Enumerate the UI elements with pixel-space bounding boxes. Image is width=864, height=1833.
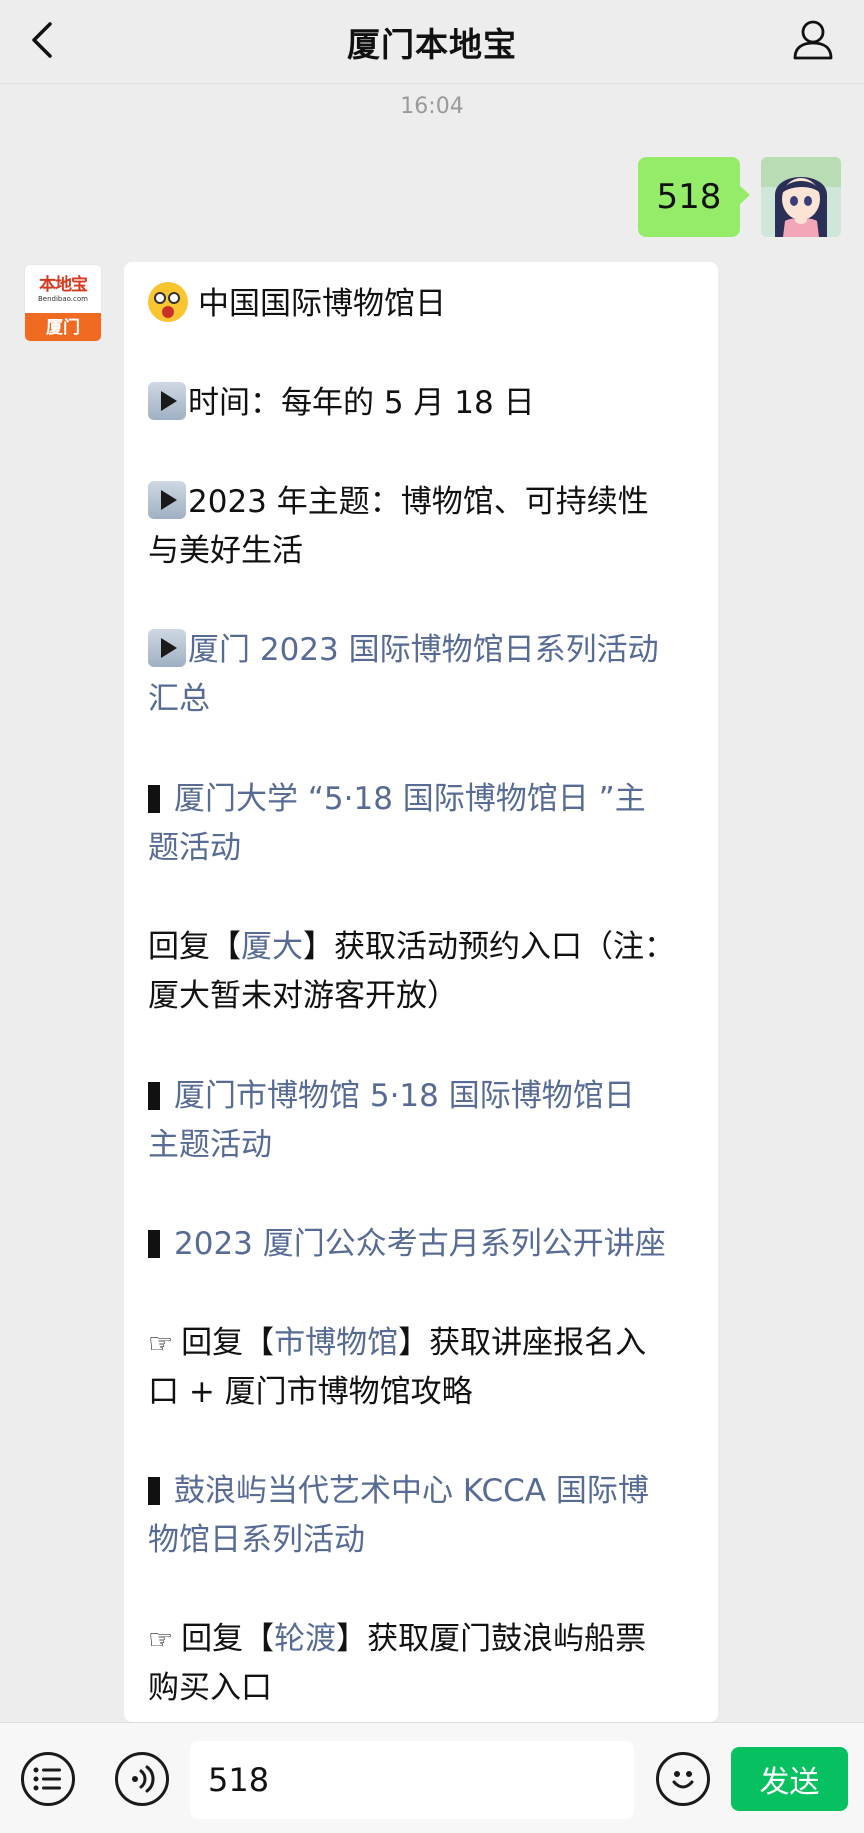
pointing-hand-icon: ☞ [148,1623,174,1656]
logo-domain: Bendibao.com [37,294,88,303]
message-line: 购买入口 [148,1670,272,1706]
user-avatar[interactable] [761,157,841,237]
send-button[interactable]: 发送 [731,1747,848,1811]
input-bar: 发送 [0,1722,864,1833]
pointing-hand-icon: ☞ [148,1327,174,1360]
link-museum-day-summary[interactable]: 汇总 [148,675,696,724]
keyword-link[interactable]: 轮渡 [274,1621,336,1657]
profile-button[interactable] [790,16,836,62]
link-city-museum-activity[interactable]: 主题活动 [148,1121,696,1170]
link-kcca-activity[interactable]: 物馆日系列活动 [148,1516,696,1565]
message-line: 2023 年主题：博物馆、可持续性 [148,478,696,527]
astonished-face-icon [148,282,188,322]
menu-button[interactable] [21,1752,75,1806]
message-line: 与美好生活 [148,533,303,569]
logo: 本地宝 Bendibao.com [25,265,101,313]
message-line: ☞ 回复【轮渡】获取厦门鼓浪屿船票 [148,1621,647,1657]
emoji-button[interactable] [656,1752,710,1806]
voice-button[interactable] [115,1752,169,1806]
message-line: 厦大暂未对游客开放） [148,978,458,1014]
link-city-museum-activity[interactable]: 厦门市博物馆 5·18 国际博物馆日 [148,1072,696,1121]
link-xmu-activity[interactable]: 题活动 [148,824,696,873]
keyword-link[interactable]: 厦大 [241,929,303,965]
top-bar: 厦门本地宝 [0,0,864,84]
block-marker-icon [148,785,160,813]
list-icon [33,1767,61,1791]
voice-icon [132,1765,155,1793]
person-icon [793,20,833,60]
link-xmu-activity[interactable]: 厦门大学 “5·18 国际博物馆日 ”主 [148,775,696,824]
link-museum-day-summary[interactable]: 厦门 2023 国际博物馆日系列活动 [148,626,696,675]
message-timestamp: 16:04 [400,94,464,119]
message-line: 回复【厦大】获取活动预约入口（注： [148,929,675,965]
link-kcca-activity[interactable]: 鼓浪屿当代艺术中心 KCCA 国际博 [148,1467,696,1516]
link-archaeology-lectures[interactable]: 2023 厦门公众考古月系列公开讲座 [148,1220,696,1269]
play-button-icon [148,481,186,519]
user-message-text: 518 [656,177,722,217]
block-marker-icon [148,1477,160,1505]
keyword-link[interactable]: 市博物馆 [274,1325,398,1361]
user-message-bubble[interactable]: 518 [638,157,750,237]
message-line: ☞ 回复【市博物馆】获取讲座报名入 [148,1325,647,1361]
logo-brand: 本地宝 [39,274,88,295]
message-heading: 中国国际博物馆日 [148,280,696,329]
message-line: 时间：每年的 5 月 18 日 [148,379,696,428]
play-button-icon [148,629,186,667]
smiley-icon [672,1771,694,1789]
block-marker-icon [148,1082,160,1110]
block-marker-icon [148,1230,160,1258]
avatar-image [761,157,841,237]
chat-title: 厦门本地宝 [347,25,517,64]
play-button-icon [148,382,186,420]
bot-message-bubble: 中国国际博物馆日 时间：每年的 5 月 18 日 2023 年主题：博物馆、可持… [124,262,718,1722]
bot-avatar[interactable]: 本地宝 Bendibao.com 厦门 [24,264,102,342]
logo-city: 厦门 [25,313,101,341]
message-line: 口 + 厦门市博物馆攻略 [148,1374,473,1410]
message-input[interactable] [190,1741,634,1819]
